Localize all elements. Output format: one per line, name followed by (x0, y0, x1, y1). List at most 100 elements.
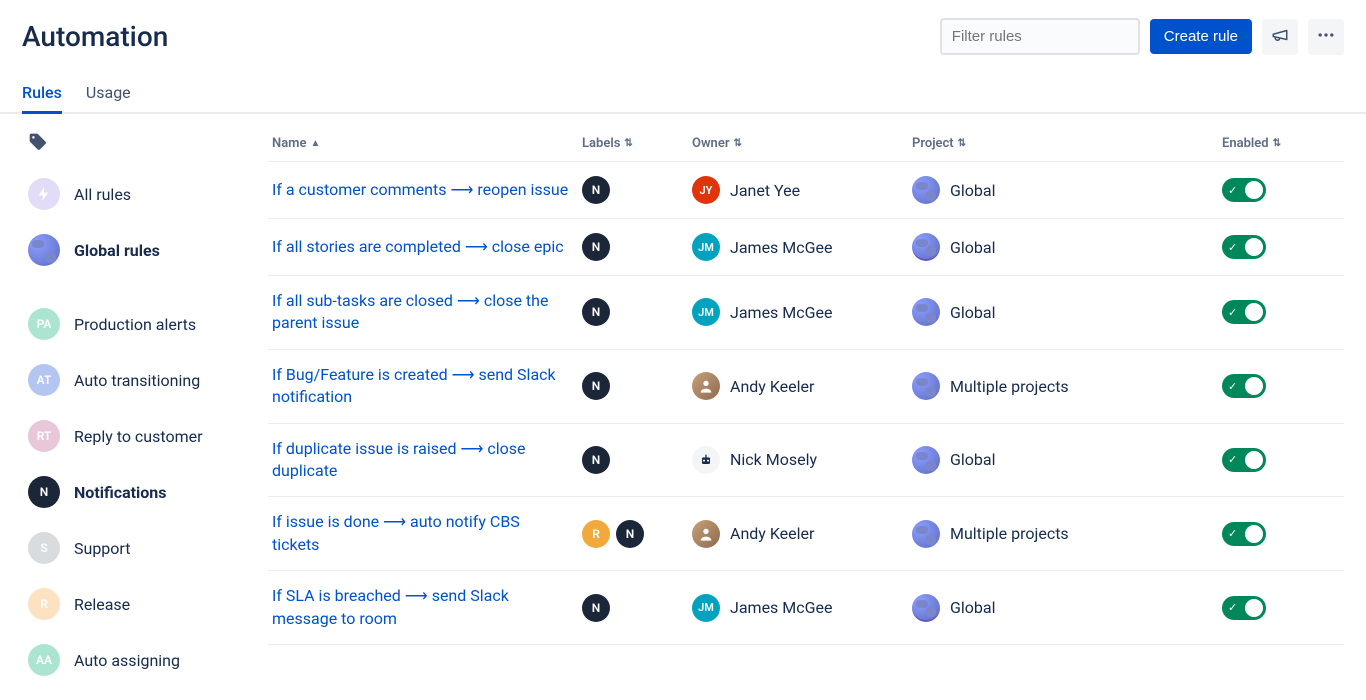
column-name-label: Name (272, 136, 306, 151)
label-chip[interactable]: N (616, 520, 644, 548)
column-owner-header[interactable]: Owner ⇅ (692, 136, 912, 151)
header-actions: Create rule (940, 18, 1344, 55)
globe-icon (28, 234, 60, 266)
project-cell: Global (912, 176, 1222, 204)
sidebar-item-label: Notifications (74, 483, 167, 502)
column-project-header[interactable]: Project ⇅ (912, 136, 1222, 151)
sidebar-item[interactable]: Global rules (22, 222, 252, 278)
check-icon: ✓ (1228, 185, 1237, 196)
owner-cell: Andy Keeler (692, 372, 912, 400)
project-cell: Multiple projects (912, 372, 1222, 400)
label-avatar-icon: AT (28, 364, 60, 396)
enabled-toggle[interactable]: ✓ (1222, 235, 1266, 259)
owner-name: James McGee (730, 238, 832, 257)
label-chip[interactable]: N (582, 176, 610, 204)
filter-rules-input[interactable] (940, 18, 1140, 55)
label-chip[interactable]: N (582, 298, 610, 326)
label-chip[interactable]: R (582, 520, 610, 548)
check-icon: ✓ (1228, 602, 1237, 613)
sidebar-item[interactable]: AA Auto assigning (22, 632, 252, 688)
label-avatar-icon: RT (28, 420, 60, 452)
sidebar-item[interactable]: PAProduction alerts (22, 296, 252, 352)
owner-avatar: JY (692, 176, 720, 204)
content: All rules Global rules PAProduction alerts… (0, 114, 1366, 688)
column-owner-label: Owner (692, 136, 730, 151)
rule-name-link[interactable]: If Bug/Feature is created ⟶ send Slack n… (272, 364, 582, 409)
label-avatar-icon: AA (28, 644, 60, 676)
sidebar-divider (22, 278, 252, 296)
rule-name-link[interactable]: If duplicate issue is raised ⟶ close dup… (272, 438, 582, 483)
label-chip[interactable]: N (582, 233, 610, 261)
label-chip[interactable]: N (582, 594, 610, 622)
tab-rules[interactable]: Rules (22, 83, 62, 112)
enabled-cell: ✓ (1222, 522, 1322, 546)
page-header: Automation Create rule (0, 0, 1366, 65)
rule-name-link[interactable]: If issue is done ⟶ auto notify CBS ticke… (272, 511, 582, 556)
announcements-button[interactable] (1262, 19, 1298, 55)
globe-icon (912, 372, 940, 400)
column-name-header[interactable]: Name ▲ (272, 136, 582, 151)
owner-cell: Andy Keeler (692, 520, 912, 548)
enabled-toggle[interactable]: ✓ (1222, 596, 1266, 620)
globe-icon (912, 594, 940, 622)
check-icon: ✓ (1228, 454, 1237, 465)
table-row: If a customer comments ⟶ reopen issueN JY… (268, 162, 1344, 219)
label-chip[interactable]: N (582, 372, 610, 400)
column-enabled-header[interactable]: Enabled ⇅ (1222, 136, 1322, 151)
project-cell: Global (912, 594, 1222, 622)
enabled-cell: ✓ (1222, 300, 1322, 324)
rule-name-link[interactable]: If all stories are completed ⟶ close epi… (272, 236, 582, 258)
column-project-label: Project (912, 136, 954, 151)
sort-icon: ⇅ (624, 138, 632, 149)
sidebar-item[interactable]: All rules (22, 166, 252, 222)
table-row: If all stories are completed ⟶ close epi… (268, 219, 1344, 276)
enabled-cell: ✓ (1222, 178, 1322, 202)
owner-cell: JMJames McGee (692, 233, 912, 261)
column-labels-label: Labels (582, 136, 620, 151)
owner-avatar: JM (692, 298, 720, 326)
sidebar: All rules Global rules PAProduction alerts… (22, 126, 252, 688)
column-labels-header[interactable]: Labels ⇅ (582, 136, 692, 151)
label-avatar-icon: S (28, 532, 60, 564)
more-actions-button[interactable] (1308, 19, 1344, 55)
owner-cell: Nick Mosely (692, 446, 912, 474)
enabled-toggle[interactable]: ✓ (1222, 374, 1266, 398)
ellipsis-icon (1316, 25, 1336, 48)
tab-usage[interactable]: Usage (86, 83, 131, 112)
tabs: Rules Usage (0, 83, 1366, 114)
enabled-cell: ✓ (1222, 448, 1322, 472)
sidebar-item-label: Support (74, 539, 130, 558)
enabled-cell: ✓ (1222, 374, 1322, 398)
owner-name: James McGee (730, 598, 832, 617)
sidebar-item[interactable]: RTReply to customer (22, 408, 252, 464)
enabled-toggle[interactable]: ✓ (1222, 448, 1266, 472)
table-row: If issue is done ⟶ auto notify CBS ticke… (268, 497, 1344, 571)
globe-icon (912, 520, 940, 548)
project-name: Global (950, 181, 996, 200)
label-avatar-icon: N (28, 476, 60, 508)
rule-name-link[interactable]: If a customer comments ⟶ reopen issue (272, 179, 582, 201)
enabled-toggle[interactable]: ✓ (1222, 300, 1266, 324)
label-avatar-icon: PA (28, 308, 60, 340)
table-header: Name ▲ Labels ⇅ Owner ⇅ Project ⇅ Enable… (268, 126, 1344, 162)
check-icon: ✓ (1228, 242, 1237, 253)
globe-icon (912, 233, 940, 261)
sidebar-item-label: Global rules (74, 241, 160, 260)
rule-name-link[interactable]: If SLA is breached ⟶ send Slack message … (272, 585, 582, 630)
enabled-toggle[interactable]: ✓ (1222, 522, 1266, 546)
labels-cell: N (582, 446, 692, 474)
sidebar-item[interactable]: RRelease (22, 576, 252, 632)
enabled-toggle[interactable]: ✓ (1222, 178, 1266, 202)
label-chip[interactable]: N (582, 446, 610, 474)
project-cell: Multiple projects (912, 520, 1222, 548)
sidebar-item-label: Auto assigning (74, 651, 180, 670)
owner-name: James McGee (730, 303, 832, 322)
sidebar-item[interactable]: S Support (22, 520, 252, 576)
globe-icon (912, 176, 940, 204)
project-cell: Global (912, 233, 1222, 261)
create-rule-button[interactable]: Create rule (1150, 19, 1252, 54)
labels-cell: N (582, 298, 692, 326)
sidebar-item[interactable]: N Notifications (22, 464, 252, 520)
sidebar-item[interactable]: ATAuto transitioning (22, 352, 252, 408)
rule-name-link[interactable]: If all sub-tasks are closed ⟶ close the … (272, 290, 582, 335)
